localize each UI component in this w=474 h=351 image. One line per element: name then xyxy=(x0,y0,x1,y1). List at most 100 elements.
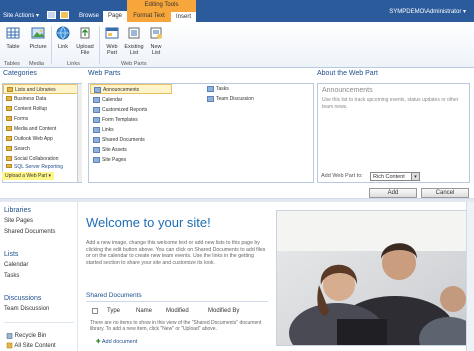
nav-shared-documents[interactable]: Shared Documents xyxy=(4,229,55,235)
about-heading: About the Web Part xyxy=(317,70,378,77)
nav-tasks[interactable]: Tasks xyxy=(4,273,19,279)
folder-icon xyxy=(6,136,12,141)
folder-icon xyxy=(6,116,12,121)
new-list-button[interactable]: New List xyxy=(147,26,165,56)
picture-icon xyxy=(31,27,45,39)
edit-page-icon[interactable] xyxy=(60,11,69,19)
ribbon-separator xyxy=(51,26,52,64)
upload-file-button-label: Upload File xyxy=(76,44,94,56)
editing-tools-group: Editing Tools xyxy=(127,0,196,11)
link-button[interactable]: Link xyxy=(54,26,72,50)
nav-recycle-bin[interactable]: Recycle Bin xyxy=(6,332,46,339)
category-item[interactable]: Social Collaboration xyxy=(3,154,81,164)
nav-team-discussion[interactable]: Team Discussion xyxy=(4,306,49,312)
category-item[interactable]: Search xyxy=(3,144,81,154)
folder-icon xyxy=(6,164,12,168)
nav-all-site-content[interactable]: All Site Content xyxy=(6,342,56,349)
category-label: Media and Content xyxy=(14,126,57,132)
link-button-label: Link xyxy=(57,44,69,50)
site-actions-menu[interactable]: Site Actions ▾ xyxy=(3,12,39,19)
category-item[interactable]: Outlook Web App xyxy=(3,134,81,144)
about-web-part-box: Announcements Use this list to track upc… xyxy=(317,83,470,183)
user-menu[interactable]: SYMPDEMO\Administrator ▾ xyxy=(389,8,466,15)
discussion-icon xyxy=(207,96,214,102)
upload-web-part-menu[interactable]: Upload a Web Part ▾ xyxy=(2,172,55,180)
group-web-parts: Web Parts xyxy=(121,61,147,67)
column-type[interactable]: Type xyxy=(107,308,120,314)
add-document-link[interactable]: ✚ Add document xyxy=(96,339,137,345)
existing-list-button[interactable]: Existing List xyxy=(123,26,145,56)
library-icon xyxy=(93,117,100,123)
upload-file-button[interactable]: Upload File xyxy=(74,26,96,56)
tab-format-text[interactable]: Format Text xyxy=(127,11,171,22)
all-content-label: All Site Content xyxy=(14,343,56,350)
column-modified[interactable]: Modified xyxy=(166,308,189,314)
category-item[interactable]: Lists and Libraries xyxy=(3,84,81,94)
group-links: Links xyxy=(67,61,80,67)
recycle-bin-label: Recycle Bin xyxy=(14,333,47,340)
web-part-item[interactable]: Team Discussion xyxy=(204,94,254,104)
nav-site-pages[interactable]: Site Pages xyxy=(4,218,33,224)
add-to-zone-select[interactable]: Rich Content ▾ xyxy=(370,172,420,181)
web-part-item[interactable]: Tasks xyxy=(204,84,229,94)
column-modified-by[interactable]: Modified By xyxy=(208,308,239,314)
table-icon xyxy=(6,27,20,39)
libraries-heading[interactable]: Libraries xyxy=(4,207,31,214)
nav-calendar[interactable]: Calendar xyxy=(4,262,28,268)
web-part-label: Tasks xyxy=(216,86,229,92)
lists-heading[interactable]: Lists xyxy=(4,251,18,258)
discussions-heading[interactable]: Discussions xyxy=(4,295,41,302)
web-part-item[interactable]: Site Pages xyxy=(90,155,126,165)
chevron-down-icon: ▾ xyxy=(411,173,419,180)
folder-icon xyxy=(6,106,12,111)
new-list-icon xyxy=(150,27,162,39)
page-scrollbar[interactable] xyxy=(466,202,474,351)
categories-scrollbar[interactable] xyxy=(77,84,82,182)
column-name[interactable]: Name xyxy=(136,308,152,314)
web-part-label: Site Pages xyxy=(102,157,127,163)
library-icon xyxy=(93,157,100,163)
new-list-button-label: New List xyxy=(150,44,162,56)
web-parts-heading: Web Parts xyxy=(88,70,121,77)
category-item[interactable]: Forms xyxy=(3,114,81,124)
select-all-checkbox[interactable] xyxy=(92,308,98,314)
folder-icon xyxy=(6,96,12,101)
navigate-up-icon[interactable] xyxy=(47,11,56,19)
categories-list: Lists and Libraries Business Data Conten… xyxy=(2,83,82,183)
category-label: Content Rollup xyxy=(14,106,48,112)
links-icon xyxy=(93,127,100,133)
web-part-label: Links xyxy=(102,127,114,133)
folder-icon xyxy=(6,126,12,131)
web-part-item[interactable]: Shared Documents xyxy=(90,135,145,145)
tasks-icon xyxy=(207,86,214,92)
nav-separator xyxy=(4,322,74,323)
web-part-item[interactable]: Calendar xyxy=(90,95,122,105)
add-to-label: Add Web Part to: xyxy=(321,173,363,179)
web-part-item[interactable]: Form Templates xyxy=(90,115,138,125)
web-part-label: Shared Documents xyxy=(102,137,145,143)
group-media: Media xyxy=(29,61,44,67)
category-item[interactable]: Media and Content xyxy=(3,124,81,134)
table-button[interactable]: Table xyxy=(3,26,23,50)
web-part-item[interactable]: Site Assets xyxy=(90,145,127,155)
web-part-item[interactable]: Links xyxy=(90,125,114,135)
tab-page[interactable]: Page xyxy=(103,11,128,22)
category-item[interactable]: Business Data xyxy=(3,94,81,104)
web-part-item[interactable]: Customized Reports xyxy=(90,105,147,115)
category-item[interactable]: Content Rollup xyxy=(3,104,81,114)
existing-list-button-label: Existing List xyxy=(124,44,144,56)
upload-file-icon xyxy=(80,27,90,39)
category-item[interactable]: SQL Server Reporting xyxy=(3,164,81,170)
shared-documents-heading[interactable]: Shared Documents xyxy=(86,292,268,302)
tab-insert[interactable]: Insert xyxy=(171,11,196,22)
link-icon xyxy=(56,26,70,40)
add-document-label: Add document xyxy=(101,339,138,345)
picture-button[interactable]: Picture xyxy=(27,26,49,50)
web-part-button[interactable]: Web Part xyxy=(102,26,122,56)
add-button[interactable]: Add xyxy=(369,188,417,198)
welcome-title: Welcome to your site! xyxy=(86,215,211,230)
web-part-item[interactable]: Announcements xyxy=(90,84,172,94)
tab-browse[interactable]: Browse xyxy=(74,11,104,22)
cancel-button[interactable]: Cancel xyxy=(421,188,469,198)
category-label: SQL Server Reporting xyxy=(14,164,64,170)
